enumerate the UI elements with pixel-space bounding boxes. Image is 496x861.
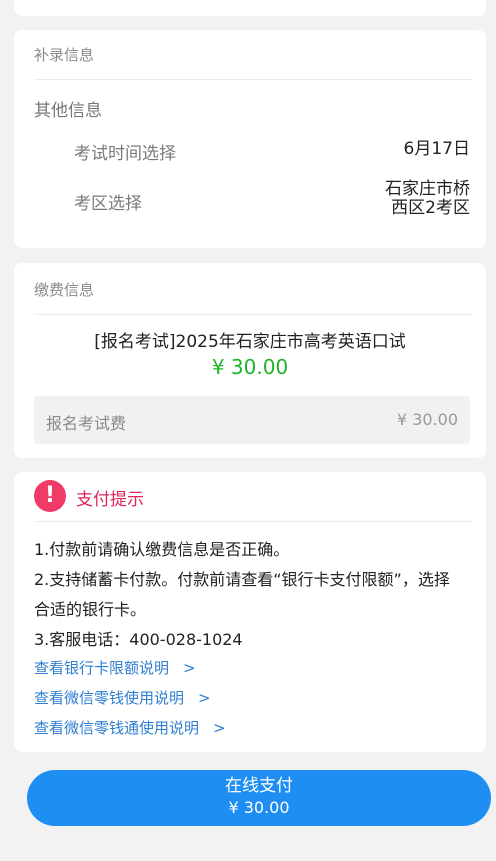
bank-card-limit-link-label: 查看银行卡限额说明 (34, 659, 170, 677)
payment-info-card: 缴费信息 [报名考试]2025年石家庄市高考英语口试 ¥ 30.00 报名考试费… (14, 263, 486, 458)
wechat-lqt-link-label: 查看微信零钱通使用说明 (34, 719, 200, 737)
wechat-change-link[interactable]: 查看微信零钱使用说明 > (34, 687, 211, 708)
exam-time-label: 考试时间选择 (74, 144, 176, 164)
previous-card (14, 0, 486, 16)
chevron-right-icon: > (198, 689, 211, 707)
chevron-right-icon: > (213, 719, 226, 737)
payment-section-title: 缴费信息 (34, 281, 95, 299)
payment-tips-card: ! 支付提示 1.付款前请确认缴费信息是否正确。 2.支持储蓄卡付款。付款前请查… (14, 472, 486, 752)
supplement-section-title: 补录信息 (34, 46, 95, 64)
exam-name: [报名考试]2025年石家庄市高考英语口试 (94, 332, 406, 352)
tip-line-3: 3.客服电话：400-028-1024 (34, 630, 243, 649)
bank-card-limit-link[interactable]: 查看银行卡限额说明 > (34, 657, 196, 678)
exam-time-value: 6月17日 (403, 139, 470, 159)
exam-area-label: 考区选择 (74, 194, 142, 214)
fee-summary-box: 报名考试费 ¥ 30.00 (34, 396, 470, 444)
exam-area-value-line1: 石家庄市桥 (385, 179, 470, 199)
tips-divider (34, 521, 472, 522)
fee-label: 报名考试费 (46, 414, 127, 433)
wechat-lqt-link[interactable]: 查看微信零钱通使用说明 > (34, 717, 226, 738)
supplement-divider (34, 79, 472, 80)
wechat-change-link-label: 查看微信零钱使用说明 (34, 689, 185, 707)
tip-line-1: 1.付款前请确认缴费信息是否正确。 (34, 540, 290, 559)
fee-value: ¥ 30.00 (396, 410, 458, 429)
payment-divider (34, 314, 472, 315)
exam-price: ¥ 30.00 (211, 355, 289, 379)
chevron-right-icon: > (183, 659, 196, 677)
other-info-subtitle: 其他信息 (34, 101, 102, 121)
supplement-info-card: 补录信息 其他信息 考试时间选择 6月17日 考区选择 石家庄市桥 西区2考区 (14, 30, 486, 248)
pay-button-amount: ¥ 30.00 (228, 798, 290, 817)
online-pay-button[interactable]: 在线支付 ¥ 30.00 (27, 770, 491, 826)
warning-icon: ! (34, 480, 66, 512)
tips-title: 支付提示 (76, 490, 144, 510)
tip-line-2-cont: 合适的银行卡。 (34, 600, 147, 619)
exam-area-value: 石家庄市桥 西区2考区 (385, 180, 470, 218)
tip-line-2: 2.支持储蓄卡付款。付款前请查看“银行卡支付限额”，选择 (34, 570, 450, 589)
pay-button-label: 在线支付 (225, 776, 293, 796)
exam-area-value-line2: 西区2考区 (391, 198, 470, 218)
